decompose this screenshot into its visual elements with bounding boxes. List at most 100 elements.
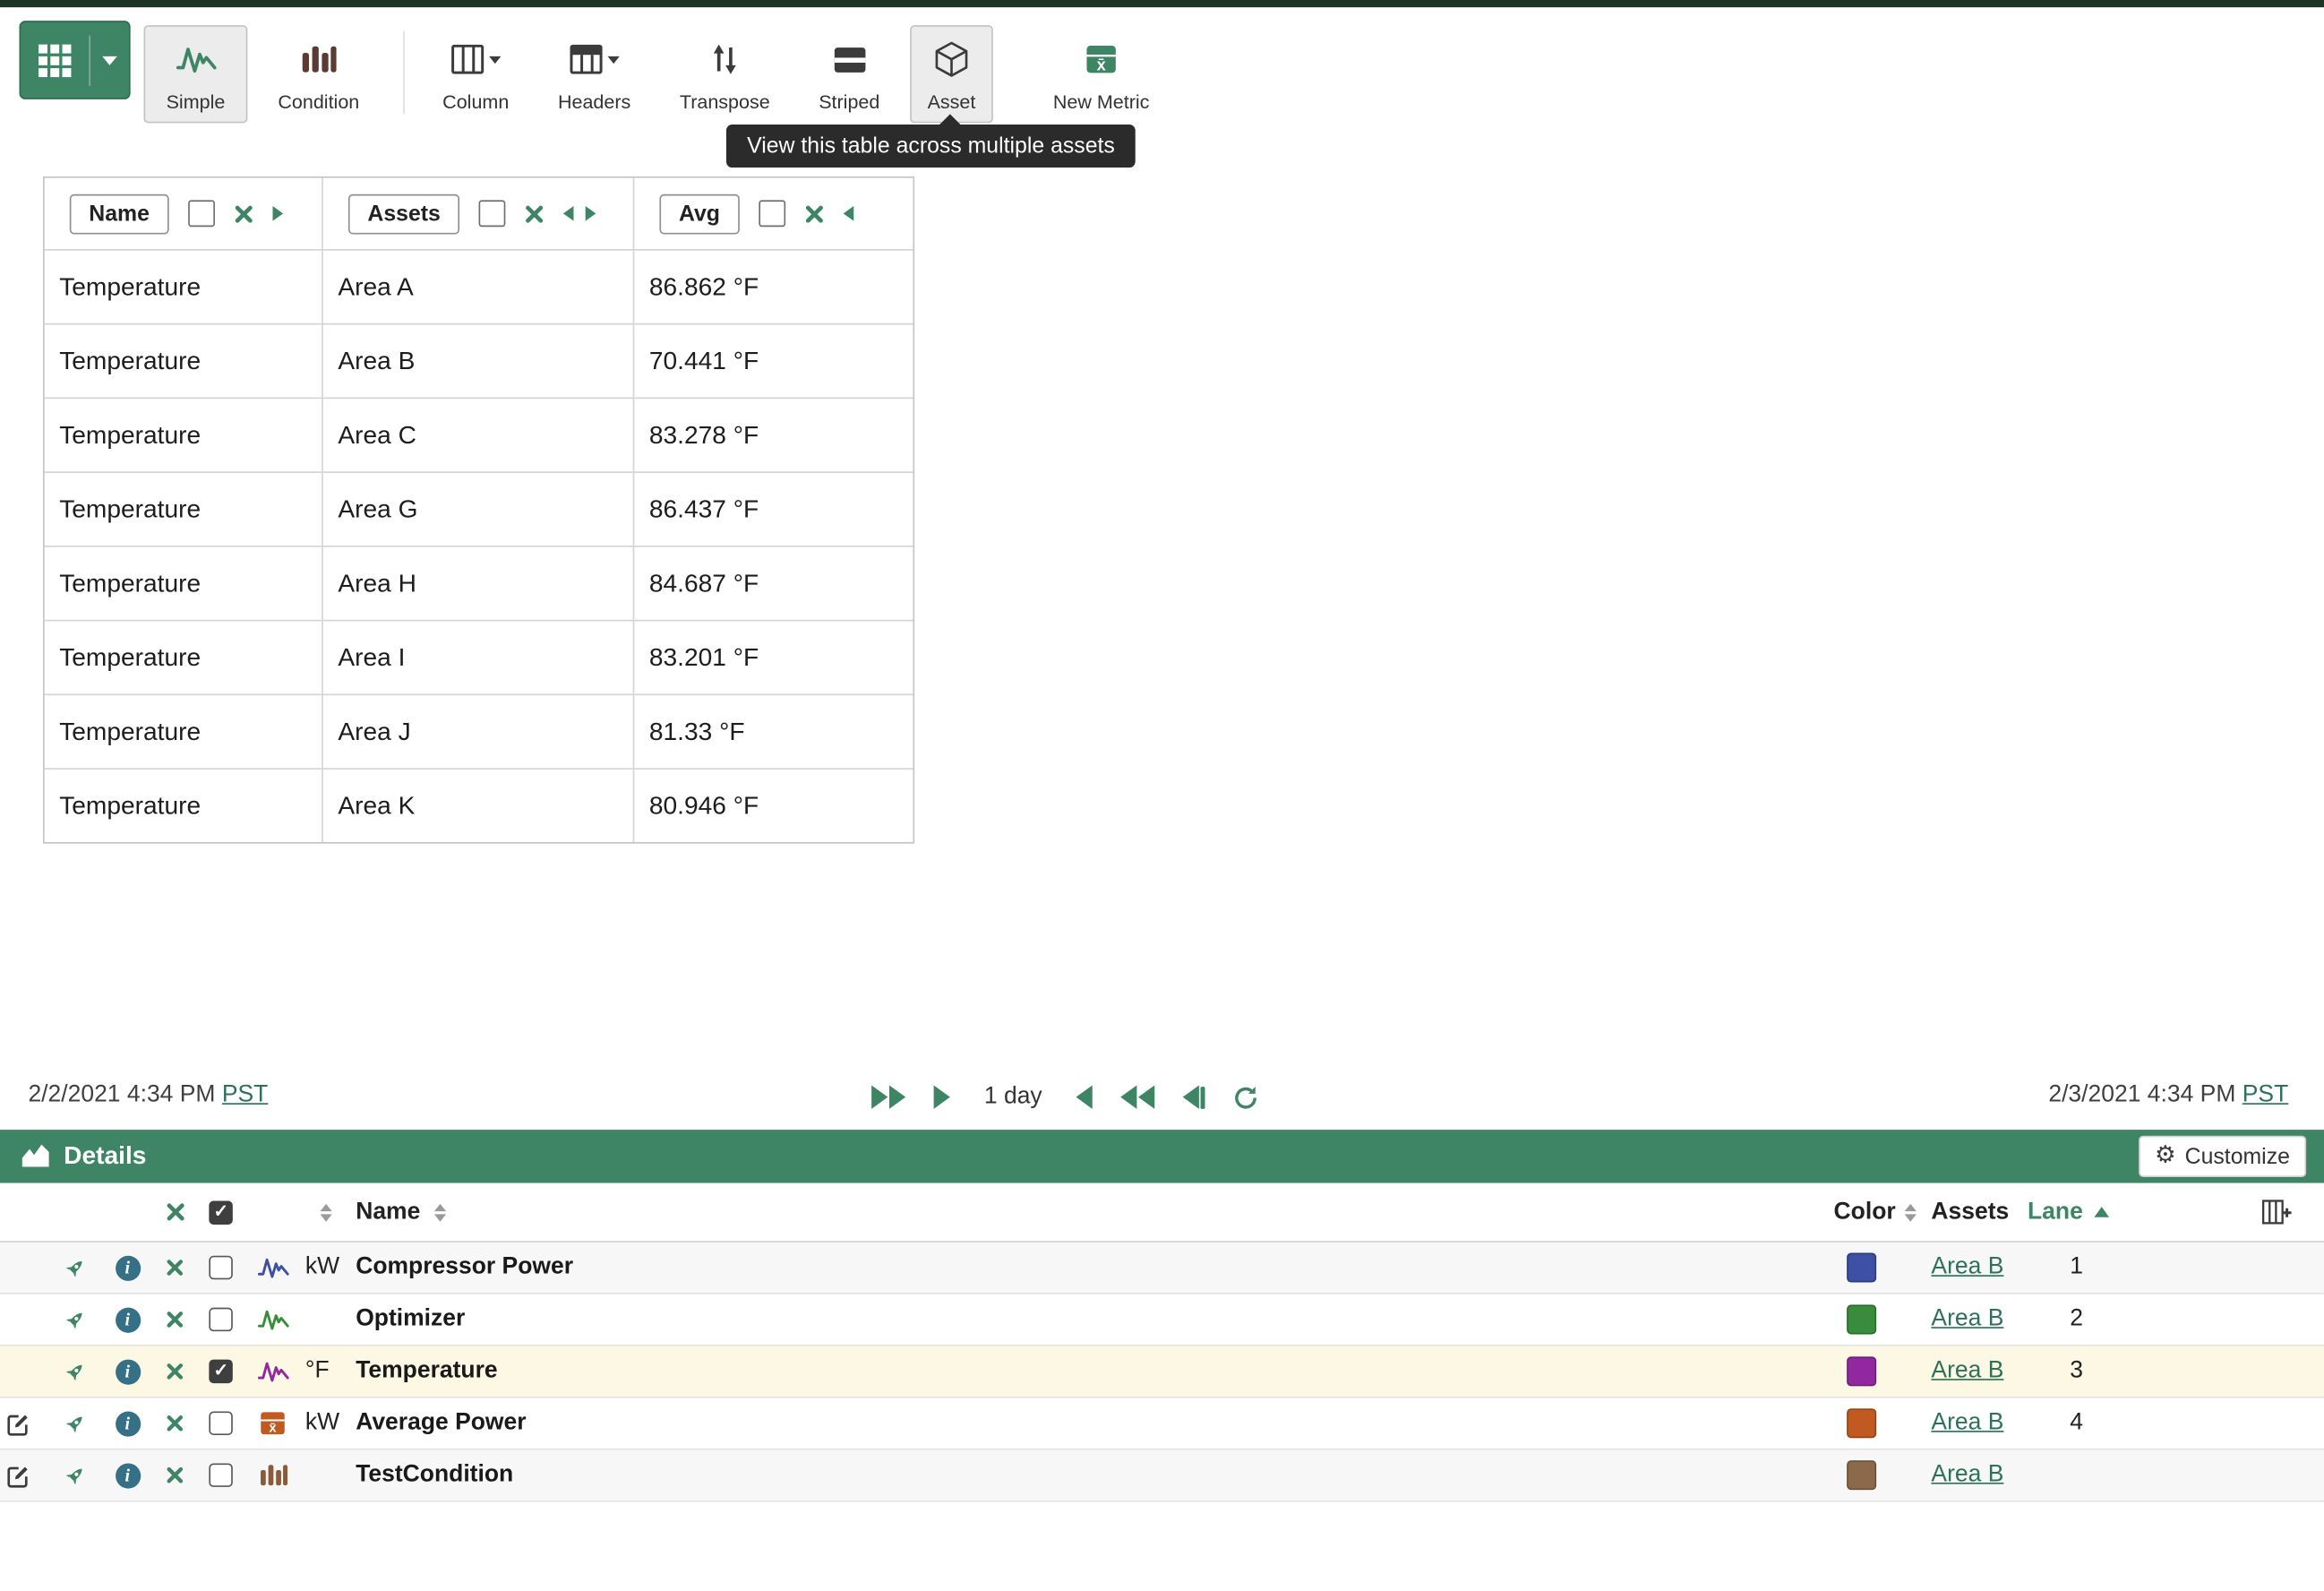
color-swatch[interactable]	[1846, 1356, 1875, 1386]
select-all-checkbox-cell	[195, 1183, 245, 1242]
asset-link[interactable]: Area B	[1917, 1462, 2004, 1489]
asset-cell: Area B	[1917, 1398, 2019, 1449]
info-icon[interactable]: i	[115, 1255, 140, 1280]
move-column-right-icon[interactable]	[272, 206, 283, 221]
rocket-icon[interactable]	[62, 1307, 87, 1332]
toolbar-button-transpose[interactable]: Transpose	[664, 25, 785, 123]
info-icon[interactable]: i	[115, 1463, 140, 1488]
sort-by-color-header[interactable]: Color	[1805, 1183, 1917, 1242]
move-column-left-icon[interactable]	[843, 206, 853, 221]
remove-column-icon[interactable]	[234, 204, 253, 224]
info-icon[interactable]: i	[115, 1307, 140, 1332]
item-unit: °F	[299, 1346, 353, 1397]
add-table-column-icon[interactable]	[2261, 1199, 2291, 1226]
asset-link[interactable]: Area B	[1917, 1306, 2004, 1333]
asset-table-header: Name Assets Avg	[45, 178, 913, 249]
item-checkbox[interactable]	[209, 1463, 232, 1486]
item-checkbox[interactable]	[209, 1360, 232, 1383]
toolbar-button-condition[interactable]: Condition	[261, 25, 376, 123]
color-swatch[interactable]	[1846, 1304, 1875, 1334]
item-checkbox[interactable]	[209, 1412, 232, 1435]
step-back-full-icon[interactable]	[871, 1085, 905, 1108]
select-all-checkbox[interactable]	[209, 1200, 232, 1224]
rocket-icon[interactable]	[62, 1359, 87, 1384]
remove-column-icon[interactable]	[804, 204, 824, 224]
table-row: Temperature Area G 86.437 °F	[45, 471, 913, 546]
cell-asset: Area G	[323, 473, 635, 546]
signal-icon	[246, 1346, 300, 1397]
column-name-handle[interactable]: Name	[70, 194, 169, 234]
column-avg-handle[interactable]: Avg	[659, 194, 739, 234]
step-to-end-icon[interactable]	[1183, 1085, 1205, 1108]
rocket-icon[interactable]	[62, 1255, 87, 1280]
toolbar-button-striped[interactable]: Striped	[803, 25, 896, 123]
remove-item-icon[interactable]	[154, 1450, 195, 1501]
sort-by-lane-header[interactable]: Lane	[2019, 1183, 2134, 1242]
remove-item-icon[interactable]	[154, 1346, 195, 1397]
color-swatch[interactable]	[1846, 1460, 1875, 1490]
customize-button[interactable]: ⚙ Customize	[2139, 1136, 2306, 1177]
column-avg-checkbox[interactable]	[759, 200, 785, 227]
item-checkbox[interactable]	[209, 1256, 232, 1279]
table-row: Temperature Area A 86.862 °F	[45, 249, 913, 323]
refresh-icon[interactable]	[1233, 1085, 1258, 1110]
edit-icon[interactable]	[6, 1463, 31, 1488]
info-icon[interactable]: i	[115, 1411, 140, 1436]
move-column-right-icon[interactable]	[586, 206, 596, 221]
remove-item-icon[interactable]	[154, 1294, 195, 1345]
header-investigate-col	[47, 1183, 101, 1242]
info-cell: i	[101, 1398, 155, 1449]
asset-link[interactable]: Area B	[1917, 1358, 2004, 1385]
remove-item-icon[interactable]	[154, 1243, 195, 1293]
item-checkbox[interactable]	[209, 1308, 232, 1331]
assets-column-header[interactable]: Assets	[1917, 1183, 2019, 1242]
remove-column-icon[interactable]	[525, 204, 545, 224]
sort-icon	[1905, 1203, 1917, 1221]
area-chart-icon	[21, 1143, 50, 1170]
step-back-half-icon[interactable]	[934, 1085, 950, 1108]
edit-cell	[0, 1450, 47, 1501]
cell-avg: 86.437 °F	[634, 473, 913, 546]
asset-link[interactable]: Area B	[1917, 1410, 2004, 1437]
range-end-datetime[interactable]: 2/3/2021 4:34 PM	[2048, 1082, 2235, 1107]
table-row: Temperature Area K 80.946 °F	[45, 768, 913, 842]
rocket-icon[interactable]	[62, 1411, 87, 1436]
details-row-average-power[interactable]: i x̄ kW Average Power Area B 4	[0, 1398, 2324, 1450]
move-column-left-icon[interactable]	[563, 206, 574, 221]
duration-label[interactable]: 1 day	[984, 1084, 1042, 1111]
table-view-dropdown-button[interactable]	[20, 21, 131, 99]
details-row-compressor-power[interactable]: i kW Compressor Power Area B 1	[0, 1243, 2324, 1294]
asset-cell: Area B	[1917, 1450, 2019, 1501]
rocket-cell	[47, 1294, 101, 1345]
details-row-temperature[interactable]: i °F Temperature Area B 3	[0, 1346, 2324, 1398]
column-assets-handle[interactable]: Assets	[348, 194, 459, 234]
toolbar-button-simple[interactable]: Simple	[144, 25, 248, 123]
sort-unit-icon[interactable]	[299, 1183, 353, 1242]
rocket-icon[interactable]	[62, 1463, 87, 1488]
toolbar-button-asset[interactable]: Asset	[910, 25, 993, 123]
column-name-checkbox[interactable]	[188, 200, 215, 227]
asset-link[interactable]: Area B	[1917, 1254, 2004, 1281]
color-swatch[interactable]	[1846, 1252, 1875, 1282]
column-assets-checkbox[interactable]	[479, 200, 506, 227]
info-icon[interactable]: i	[115, 1359, 140, 1384]
range-end-timezone-link[interactable]: PST	[2243, 1082, 2289, 1107]
edit-icon[interactable]	[6, 1411, 31, 1436]
step-forward-full-icon[interactable]	[1120, 1085, 1154, 1108]
sort-by-name-header[interactable]: Name	[353, 1183, 1805, 1242]
toolbar-button-column[interactable]: Column	[427, 25, 525, 123]
toolbar-button-headers[interactable]: Headers	[543, 25, 647, 123]
remove-all-icon[interactable]	[154, 1183, 195, 1242]
cell-avg: 81.33 °F	[634, 695, 913, 768]
color-swatch[interactable]	[1846, 1408, 1875, 1438]
range-start-timezone-link[interactable]: PST	[222, 1082, 269, 1107]
step-forward-half-icon[interactable]	[1076, 1085, 1093, 1108]
toolbar-button-new-metric[interactable]: x̄ New Metric	[1034, 25, 1168, 123]
app: Simple Condition Column	[0, 0, 2324, 1591]
remove-item-icon[interactable]	[154, 1398, 195, 1449]
range-start-datetime[interactable]: 2/2/2021 4:34 PM	[28, 1082, 215, 1107]
item-name: Optimizer	[353, 1294, 1805, 1345]
details-row-optimizer[interactable]: i Optimizer Area B 2	[0, 1294, 2324, 1346]
details-row-testcondition[interactable]: i TestCondition Area B	[0, 1450, 2324, 1502]
metric-icon: x̄	[1085, 39, 1117, 80]
